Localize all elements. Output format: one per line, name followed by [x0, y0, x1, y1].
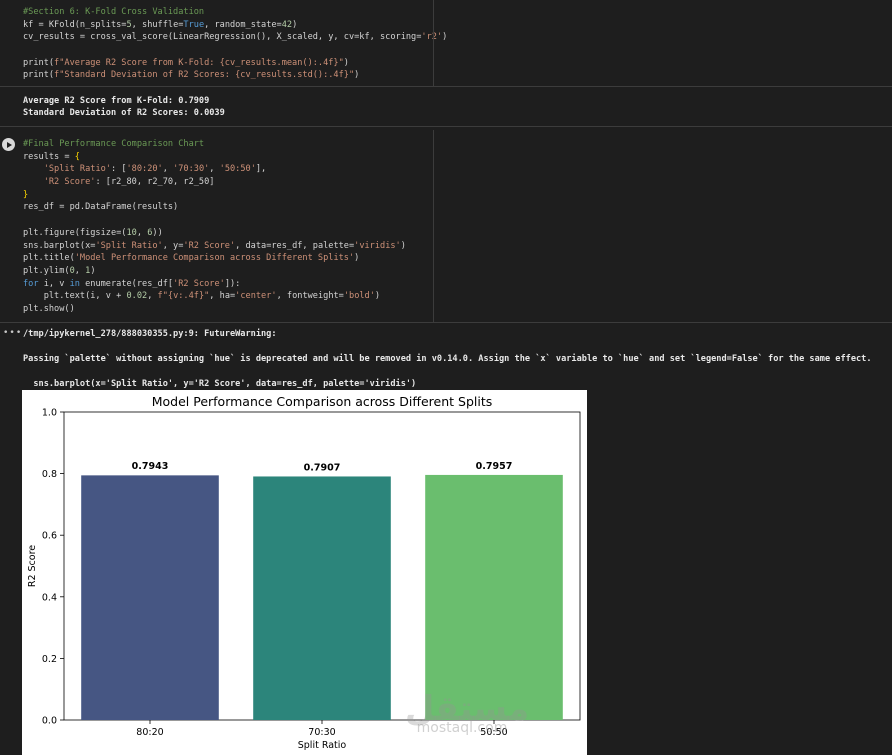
x-tick-label: 70:30 [308, 727, 335, 738]
output-line-std: Standard Deviation of R2 Scores: 0.0039 [23, 108, 225, 118]
bar-70-30 [253, 476, 391, 720]
code-line: #Section 6: K-Fold Cross Validation [23, 7, 205, 17]
warning-message: Passing `palette` without assigning `hue… [23, 354, 872, 364]
output-separator [0, 86, 892, 87]
code-line: kf = KFold(n_splits=5, shuffle=True, ran… [23, 19, 298, 30]
cell-separator [0, 126, 892, 127]
code-editor[interactable]: #Final Performance Comparison Chart resul… [18, 138, 432, 316]
bar-value-label: 0.7943 [132, 461, 169, 472]
code-line: plt.title('Model Performance Comparison … [23, 253, 360, 264]
output-separator [0, 322, 892, 323]
output-line-avg: Average R2 Score from K-Fold: 0.7909 [23, 96, 210, 106]
code-line: res_df = pd.DataFrame(results) [23, 202, 179, 213]
x-tick-label: 80:20 [136, 727, 163, 738]
code-line: for i, v in enumerate(res_df['R2 Score']… [23, 278, 241, 289]
code-line: 'R2 Score': [r2_80, r2_70, r2_50] [43, 177, 215, 188]
cell-divider [433, 130, 434, 322]
y-axis-label: R2 Score [27, 545, 38, 587]
code-line: print(f"Average R2 Score from K-Fold: {c… [23, 57, 349, 68]
code-line: #Final Performance Comparison Chart [23, 139, 205, 149]
y-tick-label: 0.4 [42, 592, 57, 603]
watermark-text: mostaql.com [417, 720, 508, 736]
code-line: print(f"Standard Deviation of R2 Scores:… [23, 70, 360, 81]
code-editor[interactable]: #Section 6: K-Fold Cross Validation kf = … [18, 6, 448, 83]
cell-divider [433, 0, 434, 86]
y-tick-label: 0.6 [42, 531, 57, 542]
bar-value-label: 0.7957 [476, 461, 513, 472]
code-line: plt.figure(figsize=(10, 6)) [23, 227, 163, 238]
code-line: cv_results = cross_val_score(LinearRegre… [23, 32, 448, 43]
y-tick-label: 0.0 [42, 716, 57, 727]
code-line: results = { [23, 151, 80, 162]
x-axis-label: Split Ratio [298, 740, 347, 751]
code-line: 'Split Ratio': ['80:20', '70:30', '50:50… [43, 164, 267, 175]
warning-header: /tmp/ipykernel_278/888030355.py:9: Futur… [23, 329, 277, 339]
code-line: plt.show() [23, 303, 75, 314]
chart-svg: Model Performance Comparison across Diff… [27, 394, 581, 751]
code-line: } [23, 189, 29, 200]
output-menu-icon[interactable]: ••• [3, 328, 22, 338]
bar-value-label: 0.7907 [304, 462, 341, 473]
bar-80-20 [81, 475, 219, 720]
code-line: plt.text(i, v + 0.02, f"{v:.4f}", ha='ce… [23, 291, 381, 302]
bar-chart: Model Performance Comparison across Diff… [22, 390, 587, 755]
bar-50-50 [425, 474, 563, 720]
code-line: sns.barplot(x='Split Ratio', y='R2 Score… [23, 240, 406, 251]
chart-title: Model Performance Comparison across Diff… [152, 394, 493, 409]
warning-code: sns.barplot(x='Split Ratio', y='R2 Score… [23, 379, 417, 389]
run-cell-button[interactable] [2, 138, 15, 151]
y-tick-label: 1.0 [42, 408, 57, 419]
y-tick-label: 0.2 [42, 654, 57, 665]
y-tick-label: 0.8 [42, 469, 57, 480]
code-line: plt.ylim(0, 1) [23, 265, 96, 276]
